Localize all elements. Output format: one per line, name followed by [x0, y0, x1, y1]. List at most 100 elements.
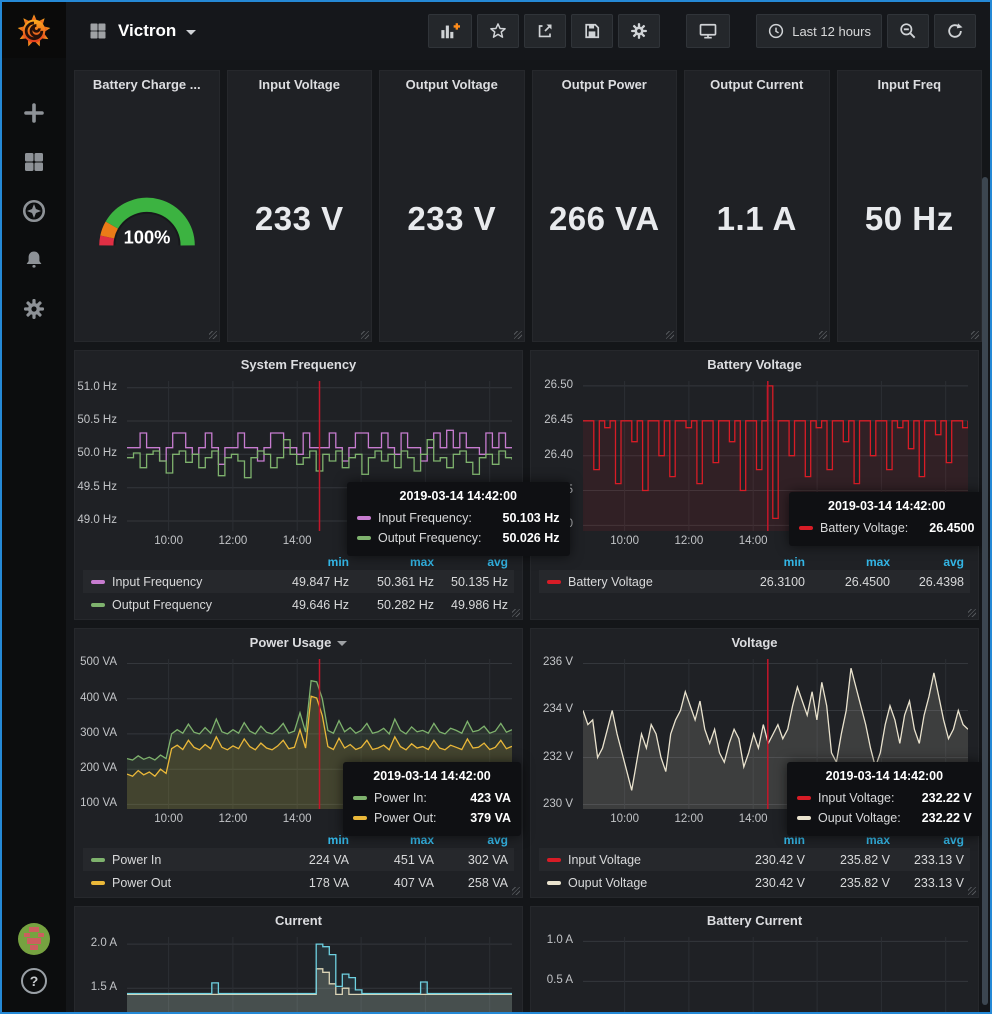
- panel-title[interactable]: Voltage: [531, 629, 978, 655]
- y-axis-labels: 51.0 Hz50.5 Hz50.0 Hz49.5 Hz49.0 Hz: [75, 381, 121, 531]
- panel-title[interactable]: Output Current: [685, 71, 829, 97]
- x-tick-label: 14:00: [739, 813, 768, 825]
- gauge-value: 100%: [123, 226, 170, 247]
- tooltip-value: 50.103 Hz: [489, 511, 560, 525]
- dashboard-picker[interactable]: Victron: [88, 21, 196, 41]
- panel-output-voltage: Output Voltage 233 V: [379, 70, 525, 342]
- legend-header-max[interactable]: max: [349, 555, 434, 569]
- resize-handle[interactable]: [968, 887, 976, 895]
- alerting-bell-icon[interactable]: [21, 247, 47, 273]
- series-swatch: [353, 816, 367, 820]
- resize-handle[interactable]: [819, 331, 827, 339]
- panel-title[interactable]: Battery Charge ...: [75, 71, 219, 97]
- legend-series: Power In: [91, 853, 259, 867]
- legend-header-min[interactable]: min: [715, 555, 805, 569]
- legend-min: 49.847 Hz: [259, 575, 349, 589]
- y-tick-label: 300 VA: [80, 727, 117, 739]
- panel-title[interactable]: Battery Voltage: [531, 351, 978, 377]
- resize-handle[interactable]: [512, 609, 520, 617]
- legend-max: 235.82 V: [805, 876, 890, 890]
- monitor-icon: [697, 21, 719, 41]
- series-swatch: [91, 580, 105, 584]
- resize-handle[interactable]: [514, 331, 522, 339]
- legend-row[interactable]: Power In 224 VA 451 VA 302 VA: [83, 848, 514, 871]
- panel-title[interactable]: Input Freq: [838, 71, 982, 97]
- panel-title[interactable]: System Frequency: [75, 351, 522, 377]
- resize-handle[interactable]: [361, 331, 369, 339]
- resize-handle[interactable]: [666, 331, 674, 339]
- chart-plot[interactable]: [583, 937, 968, 1012]
- legend-header-min[interactable]: min: [259, 833, 349, 847]
- panel-title[interactable]: Battery Current: [531, 907, 978, 933]
- legend-row[interactable]: Input Frequency 49.847 Hz 50.361 Hz 50.1…: [83, 570, 514, 593]
- resize-handle[interactable]: [512, 887, 520, 895]
- resize-handle[interactable]: [209, 331, 217, 339]
- chevron-down-icon: [337, 641, 347, 646]
- grafana-logo[interactable]: [2, 2, 66, 58]
- legend-max: 26.4500: [805, 575, 890, 589]
- save-button[interactable]: [571, 14, 613, 48]
- time-range-button[interactable]: Last 12 hours: [756, 14, 882, 48]
- legend-row[interactable]: Input Voltage 230.42 V 235.82 V 233.13 V: [539, 848, 970, 871]
- legend-max: 50.282 Hz: [349, 598, 434, 612]
- legend-row[interactable]: Ouput Voltage 230.42 V 235.82 V 233.13 V: [539, 871, 970, 894]
- legend-max: 407 VA: [349, 876, 434, 890]
- tooltip-value: 232.22 V: [908, 791, 972, 805]
- x-tick-label: 10:00: [154, 535, 183, 547]
- legend-row[interactable]: Battery Voltage 26.3100 26.4500 26.4398: [539, 570, 970, 593]
- panel-system-frequency: System Frequency 51.0 Hz50.5 Hz50.0 Hz49…: [74, 350, 523, 620]
- refresh-button[interactable]: [934, 14, 976, 48]
- main-area: Victron: [66, 2, 990, 1012]
- star-button[interactable]: [477, 14, 519, 48]
- tv-mode-button[interactable]: [686, 14, 730, 48]
- panel-title[interactable]: Output Power: [533, 71, 677, 97]
- user-avatar[interactable]: [17, 922, 51, 956]
- legend-max: 50.361 Hz: [349, 575, 434, 589]
- share-button[interactable]: [524, 14, 566, 48]
- explore-compass-icon[interactable]: [21, 198, 47, 224]
- zoom-out-button[interactable]: [887, 14, 929, 48]
- legend-header-max[interactable]: max: [805, 555, 890, 569]
- panel-title-text: System Frequency: [241, 357, 357, 372]
- tooltip-label: Ouput Voltage:: [818, 811, 901, 825]
- resize-handle[interactable]: [968, 609, 976, 617]
- tooltip-label: Power In:: [374, 791, 427, 805]
- y-tick-label: 26.40: [544, 449, 573, 461]
- panel-title-text: Voltage: [732, 635, 778, 650]
- series-swatch: [797, 816, 811, 820]
- stat-value: 233 V: [228, 97, 372, 341]
- panel-settings-button[interactable]: [618, 14, 660, 48]
- panel-title[interactable]: Power Usage: [75, 629, 522, 655]
- help-glyph: ?: [30, 973, 39, 989]
- legend-series: Input Frequency: [91, 575, 259, 589]
- configuration-gear-icon[interactable]: [21, 296, 47, 322]
- chart-plot[interactable]: [127, 937, 512, 1012]
- add-panel-button[interactable]: [428, 14, 472, 48]
- x-tick-label: 10:00: [154, 813, 183, 825]
- tooltip-value: 379 VA: [456, 811, 511, 825]
- tooltip-label: Battery Voltage:: [820, 521, 908, 535]
- clock-icon: [767, 22, 785, 40]
- battery-charge-gauge: 100%: [75, 97, 219, 341]
- tooltip: 2019-03-14 14:42:00 Battery Voltage:26.4…: [789, 492, 984, 546]
- panel-title[interactable]: Input Voltage: [228, 71, 372, 97]
- legend-header-avg[interactable]: avg: [890, 555, 964, 569]
- panel-input-freq: Input Freq 50 Hz: [837, 70, 983, 342]
- panel-title[interactable]: Current: [75, 907, 522, 933]
- tooltip-row: Output Frequency:50.026 Hz: [357, 528, 560, 548]
- dashboards-grid-icon[interactable]: [21, 149, 47, 175]
- legend-row[interactable]: Power Out 178 VA 407 VA 258 VA: [83, 871, 514, 894]
- legend-header-avg[interactable]: avg: [434, 555, 508, 569]
- resize-handle[interactable]: [971, 331, 979, 339]
- panel-title[interactable]: Output Voltage: [380, 71, 524, 97]
- create-plus-icon[interactable]: [21, 100, 47, 126]
- scrollbar-thumb[interactable]: [982, 177, 988, 1005]
- legend-row[interactable]: Output Frequency 49.646 Hz 50.282 Hz 49.…: [83, 593, 514, 616]
- series-swatch: [547, 858, 561, 862]
- legend-header-min[interactable]: min: [259, 555, 349, 569]
- stat-value: 233 V: [380, 97, 524, 341]
- panel-title-text: Input Freq: [877, 77, 941, 92]
- help-icon[interactable]: ?: [21, 968, 47, 994]
- panel-battery-charge: Battery Charge ... 100%: [74, 70, 220, 342]
- legend: min max avg Battery Voltage 26.3100 26.4…: [531, 551, 978, 593]
